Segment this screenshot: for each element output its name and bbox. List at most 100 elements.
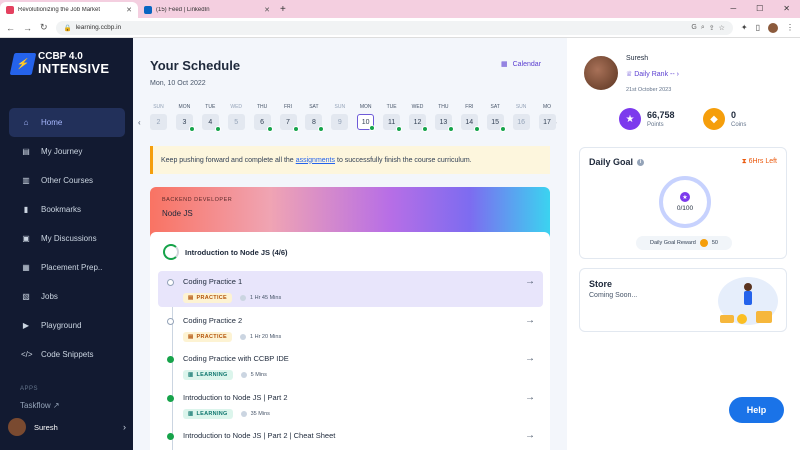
google-icon[interactable]: G xyxy=(691,24,696,31)
extensions-icon[interactable]: ✦ xyxy=(741,23,748,32)
day-of-week: TUE xyxy=(205,104,216,110)
day-14[interactable]: FRI 14 xyxy=(460,104,480,132)
day-16[interactable]: SUN 16 xyxy=(512,104,530,130)
day-10[interactable]: MON 10 xyxy=(357,104,376,131)
day-6[interactable]: THU 6 xyxy=(253,104,273,132)
profile-name: Suresh xyxy=(626,55,649,62)
duration-text: 35 Mins xyxy=(250,410,270,417)
day-5[interactable]: WED 5 xyxy=(227,104,245,130)
day-4[interactable]: TUE 4 xyxy=(201,104,221,132)
progress-ring-icon xyxy=(163,244,179,260)
share-icon[interactable]: ⇪ xyxy=(709,24,715,32)
store-card[interactable]: Store Coming Soon... xyxy=(579,268,787,332)
day-9[interactable]: SUN 9 xyxy=(331,104,349,130)
logo-line2: INTENSIVE xyxy=(38,61,110,76)
code-icon: </> xyxy=(21,350,33,359)
coins-icon: ◆ xyxy=(703,108,725,130)
day-15[interactable]: SAT 15 xyxy=(486,104,506,132)
new-tab-icon[interactable]: + xyxy=(280,4,286,15)
ccbp-logo[interactable]: ⚡ CCBP 4.0 INTENSIVE xyxy=(9,52,110,76)
goal-progress: 0/100 xyxy=(676,205,694,212)
profile-avatar[interactable] xyxy=(582,54,620,92)
sidebar-item-taskflow[interactable]: Taskflow ↗ xyxy=(20,401,60,410)
info-icon[interactable]: i xyxy=(637,158,645,166)
day-number: 8 xyxy=(305,114,325,132)
clipboard-icon: ▤ xyxy=(188,295,194,301)
assignments-link[interactable]: assignments xyxy=(296,157,335,164)
day-7[interactable]: FRI 7 xyxy=(279,104,299,132)
maximize-icon[interactable]: ☐ xyxy=(756,4,763,13)
list-item[interactable]: Introduction to Node JS | Part 2 | Cheat… xyxy=(158,425,543,450)
day-8[interactable]: SAT 8 xyxy=(305,104,325,132)
arrow-right-icon[interactable]: → xyxy=(525,276,535,287)
list-item[interactable]: Coding Practice with CCBP IDE → ▥ LEARNING 5… xyxy=(158,348,543,384)
module-title: Introduction to Node JS (4/6) xyxy=(185,247,288,257)
day-11[interactable]: TUE 11 xyxy=(383,104,403,132)
chevron-right-icon: › xyxy=(676,71,679,78)
logo-mark-icon: ⚡ xyxy=(9,52,37,75)
instagram-favicon-icon xyxy=(6,6,14,14)
day-3[interactable]: MON 3 xyxy=(175,104,195,132)
arrow-right-icon[interactable]: → xyxy=(525,353,535,364)
type-label: LEARNING xyxy=(196,410,228,417)
sidebar-user[interactable]: Suresh › xyxy=(8,418,126,436)
browser-tab-2[interactable]: (15) Feed | LinkedIn ✕ xyxy=(138,2,276,18)
rank-label: Daily Rank -- xyxy=(634,71,675,78)
day-2[interactable]: SUN 2 xyxy=(150,104,167,130)
close-tab-icon[interactable]: ✕ xyxy=(264,6,270,14)
sidepanel-icon[interactable]: ▯ xyxy=(756,23,760,32)
sidebar-item-placement-prep[interactable]: ▦ Placement Prep.. xyxy=(9,253,125,282)
sidebar-item-code-snippets[interactable]: </> Code Snippets xyxy=(9,340,125,369)
day-number: 12 xyxy=(409,114,428,132)
back-icon[interactable]: ← xyxy=(6,23,15,33)
forward-icon[interactable]: → xyxy=(23,23,32,33)
sidebar-item-jobs[interactable]: ▧ Jobs xyxy=(9,282,125,311)
day-17[interactable]: MO 17 xyxy=(538,104,556,130)
sidebar-item-home[interactable]: ⌂ Home xyxy=(9,108,125,137)
arrow-right-icon[interactable]: → xyxy=(525,392,535,403)
help-button[interactable]: Help xyxy=(729,397,784,423)
profile-avatar[interactable] xyxy=(768,22,778,33)
sidebar-menu: ⌂ Home ▤ My Journey ▥ Other Courses ▮ Bookmarks… xyxy=(9,108,125,369)
list-item[interactable]: Coding Practice 2 → ▤ PRACTICE 1 Hr 20 Mins xyxy=(158,310,543,346)
day-number: 17 xyxy=(538,114,556,130)
menu-icon[interactable]: ⋮ xyxy=(786,23,794,32)
daily-rank-link[interactable]: ♕ Daily Rank -- › xyxy=(626,70,679,78)
browser-tab-1[interactable]: Revolutionizing the Job Market ✕ xyxy=(0,2,138,18)
page-title: Your Schedule xyxy=(150,58,241,73)
address-bar-row: ← → ↻ 🔒 learning.ccbp.in G ⌕ ⇪ ☆ ✦ ▯ ⋮ xyxy=(0,18,800,38)
day-number: 14 xyxy=(460,114,480,132)
item-meta: ▥ LEARNING 35 Mins xyxy=(183,408,531,419)
arrow-right-icon[interactable]: → xyxy=(525,315,535,326)
star-icon[interactable]: ☆ xyxy=(719,24,725,32)
sidebar-item-bookmarks[interactable]: ▮ Bookmarks xyxy=(9,195,125,224)
browser-tab-bar: Revolutionizing the Job Market ✕ (15) Fe… xyxy=(0,0,800,18)
clock-icon xyxy=(240,333,247,340)
calendar-button[interactable]: ▦ Calendar xyxy=(501,60,541,69)
book-icon: ▥ xyxy=(188,372,194,378)
module-header[interactable]: Introduction to Node JS (4/6) xyxy=(163,244,288,260)
duration: 5 Mins xyxy=(240,372,267,378)
list-item[interactable]: Coding Practice 1 → ▤ PRACTICE 1 Hr 45 Mins xyxy=(158,271,543,307)
url-input[interactable]: 🔒 learning.ccbp.in G ⌕ ⇪ ☆ xyxy=(55,20,733,35)
day-of-week: THU xyxy=(438,104,449,110)
close-tab-icon[interactable]: ✕ xyxy=(126,6,132,14)
trophy-icon: ♕ xyxy=(626,71,633,78)
arrow-right-icon[interactable]: → xyxy=(525,430,535,441)
duration: 35 Mins xyxy=(240,410,270,417)
day-of-week: SAT xyxy=(490,104,500,110)
day-12[interactable]: WED 12 xyxy=(409,104,428,132)
sidebar-item-my-journey[interactable]: ▤ My Journey xyxy=(9,137,125,166)
day-13[interactable]: THU 13 xyxy=(434,104,454,132)
day-number-text: 15 xyxy=(491,118,500,126)
sidebar-item-playground[interactable]: ▶ Playground xyxy=(9,311,125,340)
close-window-icon[interactable]: ✕ xyxy=(783,4,790,13)
sidebar-item-label: Home xyxy=(41,118,63,127)
sidebar-item-my-discussions[interactable]: ▣ My Discussions xyxy=(9,224,125,253)
minimize-icon[interactable]: ─ xyxy=(730,4,736,13)
sidebar-item-other-courses[interactable]: ▥ Other Courses xyxy=(9,166,125,195)
translate-icon[interactable]: ⌕ xyxy=(701,24,705,32)
chevron-left-icon[interactable]: ‹ xyxy=(138,118,141,127)
list-item[interactable]: Introduction to Node JS | Part 2 → ▥ LEARNI… xyxy=(158,387,543,423)
reload-icon[interactable]: ↻ xyxy=(40,22,48,33)
